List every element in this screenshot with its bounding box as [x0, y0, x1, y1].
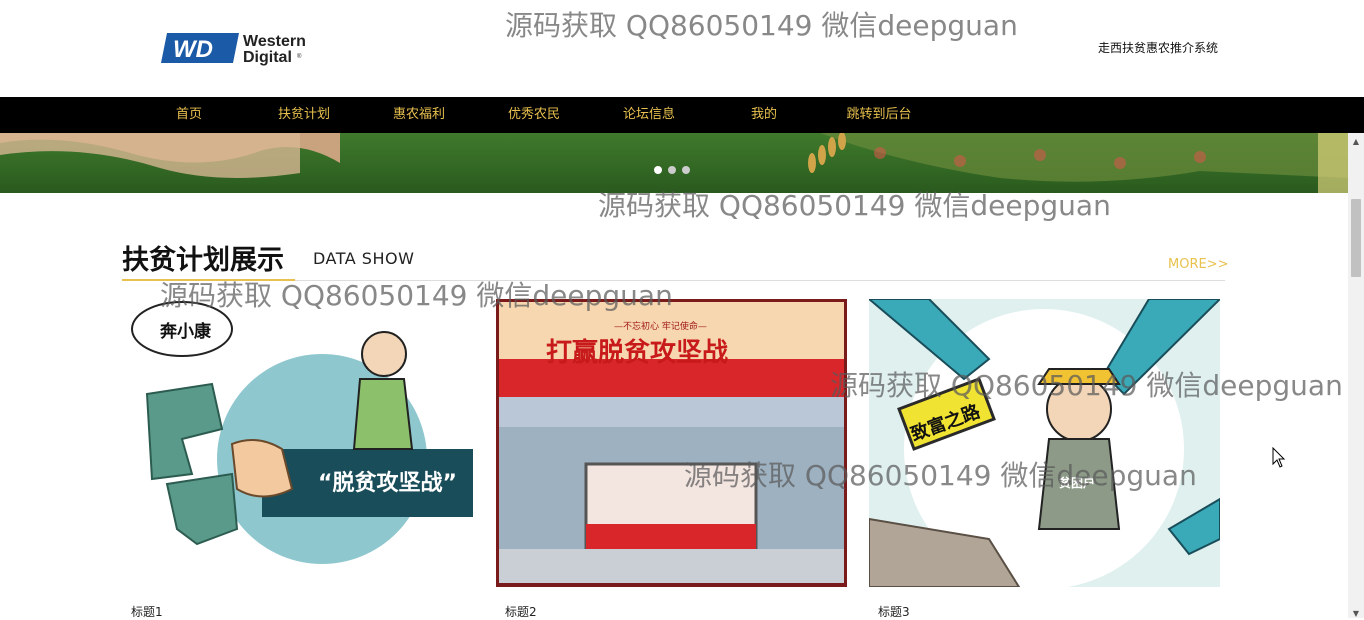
svg-text:®: ®	[297, 53, 302, 60]
scroll-thumb[interactable]	[1351, 199, 1361, 277]
carousel-indicators	[654, 166, 690, 174]
more-link[interactable]: MORE>>	[1168, 257, 1228, 272]
carousel-dot-3[interactable]	[682, 166, 690, 174]
mouse-cursor-icon	[1272, 447, 1286, 468]
svg-text:Digital: Digital	[243, 49, 292, 66]
svg-text:WD: WD	[173, 36, 213, 63]
carousel-dot-1[interactable]	[654, 166, 662, 174]
banner-image	[0, 133, 1348, 193]
main-nav: 首页 扶贫计划 惠农福利 优秀农民 论坛信息 我的 跳转到后台	[0, 97, 1364, 133]
plan-card-3-title[interactable]: 标题3	[878, 603, 910, 620]
site-title: 走西扶贫惠农推介系统	[1098, 41, 1219, 55]
header: WD Western Digital ® 走西扶贫惠农推介系统	[0, 0, 1364, 97]
card-3-badge-text: 贫困户	[1059, 476, 1096, 490]
plan-card-1-title[interactable]: 标题1	[131, 603, 163, 620]
page-scrollbar[interactable]: ▲ ▼	[1348, 133, 1364, 618]
card-2-image-sub: —不忘初心 牢记使命—	[614, 322, 707, 332]
nav-item-mine[interactable]: 我的	[714, 97, 814, 133]
card-2-image-text: 打赢脱贫攻坚战	[546, 338, 729, 368]
card-1-bubble-text: 奔小康	[160, 322, 211, 342]
nav-item-farmer-welfare[interactable]: 惠农福利	[369, 97, 469, 133]
plan-card-1-image[interactable]: 奔小康 “脱贫攻坚战”	[122, 299, 473, 587]
card-1-image-text: “脱贫攻坚战”	[318, 471, 457, 496]
section-divider-accent	[122, 279, 295, 281]
section-subtitle: DATA SHOW	[313, 249, 415, 268]
banner-carousel[interactable]	[0, 133, 1348, 193]
scroll-up-arrow-icon[interactable]: ▲	[1348, 137, 1364, 146]
carousel-dot-2[interactable]	[668, 166, 676, 174]
nav-item-admin[interactable]: 跳转到后台	[829, 97, 929, 133]
section-title: 扶贫计划展示	[122, 245, 284, 276]
plan-card-2-title[interactable]: 标题2	[505, 603, 537, 620]
nav-item-excellent-farmers[interactable]: 优秀农民	[484, 97, 584, 133]
plan-card-3-image[interactable]: 致富之路 贫困户	[869, 299, 1220, 587]
svg-text:Western: Western	[243, 33, 306, 50]
scroll-down-arrow-icon[interactable]: ▼	[1348, 609, 1364, 618]
nav-item-forum[interactable]: 论坛信息	[599, 97, 699, 133]
nav-item-home[interactable]: 首页	[139, 97, 239, 133]
plan-card-2-image[interactable]: —不忘初心 牢记使命— 打赢脱贫攻坚战	[496, 299, 847, 587]
western-digital-logo[interactable]: WD Western Digital ®	[161, 30, 331, 66]
nav-item-poverty-plan[interactable]: 扶贫计划	[254, 97, 354, 133]
